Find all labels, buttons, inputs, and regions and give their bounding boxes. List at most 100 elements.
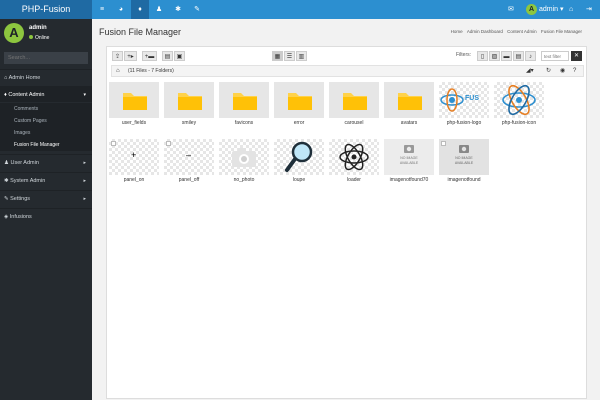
plus-icon: +	[109, 139, 159, 175]
status-badge: Online	[29, 35, 49, 41]
sidebar-item-user-admin[interactable]: ♟ User Admin ▸	[0, 154, 92, 170]
chevron-right-icon: ▸	[83, 196, 86, 202]
sidebar-item-label: Content Admin	[8, 92, 45, 98]
file-tile[interactable]: php-fusion-icon	[494, 82, 544, 127]
online-dot-icon	[29, 35, 33, 39]
folder-icon	[109, 82, 159, 118]
filter-music-icon[interactable]: ♪	[525, 51, 536, 61]
filter-image-icon[interactable]: ▨	[489, 51, 500, 61]
mail-icon[interactable]: ✉	[508, 0, 514, 19]
sidebar-subitem-comments[interactable]: Comments	[0, 103, 92, 115]
plus-glyph: +	[131, 150, 137, 160]
tile-label: loader	[347, 177, 361, 183]
logo-thumbnail: FUS	[439, 82, 489, 118]
globe-icon[interactable]: ◉	[560, 66, 565, 77]
file-tile[interactable]: NO IMAGE AVAILABLE imagenotfound	[439, 139, 489, 184]
file-tile[interactable]: loupe	[274, 139, 324, 184]
folder-tile[interactable]: favicons	[219, 82, 269, 127]
logout-icon[interactable]: ⇥	[586, 0, 592, 19]
new-folder-button[interactable]: +▬	[142, 51, 157, 61]
file-tile[interactable]: loader	[329, 139, 379, 184]
search-input[interactable]	[4, 52, 88, 64]
sidebar-subitem-images[interactable]: Images	[0, 127, 92, 139]
gear-icon[interactable]: ✱	[169, 0, 187, 19]
filters-label: Filters:	[456, 52, 471, 58]
refresh-icon[interactable]: ↻	[546, 66, 551, 77]
breadcrumb-content-admin[interactable]: Content Admin	[507, 29, 537, 34]
menu-icon[interactable]: ≡	[93, 0, 111, 19]
home-icon[interactable]: ⌂	[116, 66, 120, 77]
sidebar-item-system-admin[interactable]: ✱ System Admin ▸	[0, 172, 92, 188]
file-tile[interactable]: + panel_on	[109, 139, 159, 184]
microphone-icon[interactable]: ♦	[131, 0, 149, 19]
text-filter-input[interactable]	[541, 51, 569, 61]
microphone-icon: ♦	[4, 92, 7, 98]
sidebar-item-admin-home[interactable]: ⌂ Admin Home	[0, 69, 92, 85]
upload-icon[interactable]: ⇪	[112, 51, 123, 61]
logo-text: FUS	[465, 95, 479, 102]
sidebar-subitem-file-manager[interactable]: Fusion File Manager	[0, 139, 92, 151]
main-content: Fusion File Manager Home Admin Dashboard…	[92, 19, 600, 400]
new-file-button[interactable]: +▸	[124, 51, 137, 61]
file-tile[interactable]: no_photo	[219, 139, 269, 184]
puzzle-icon: ◈	[4, 214, 9, 220]
file-tile[interactable]: – panel_off	[164, 139, 214, 184]
dashboard-icon[interactable]: ◕	[112, 0, 130, 19]
home-icon: ⌂	[4, 75, 8, 81]
gear-icon: ✱	[4, 178, 9, 184]
folder-tile[interactable]: user_fields	[109, 82, 159, 127]
folder-tile[interactable]: avatars	[384, 82, 434, 127]
select-checkbox[interactable]	[441, 141, 446, 146]
sidebar-item-settings[interactable]: ✎ Settings ▸	[0, 190, 92, 206]
archive-icon[interactable]: ▤	[162, 51, 173, 61]
chevron-down-icon: ▾	[560, 6, 564, 13]
brand-logo[interactable]: PHP-Fusion	[0, 0, 92, 19]
folder-icon	[329, 82, 379, 118]
columns-view-icon[interactable]: ▥	[296, 51, 307, 61]
chevron-right-icon: ▸	[83, 160, 86, 166]
select-checkbox[interactable]	[166, 141, 171, 146]
tile-label: no_photo	[233, 177, 255, 183]
avatar: A	[526, 3, 537, 15]
tile-label: carousel	[344, 120, 364, 126]
filter-video-icon[interactable]: ▤	[513, 51, 524, 61]
sidebar-item-label: Settings	[10, 196, 31, 202]
chevron-down-icon: ▾	[83, 92, 86, 98]
folder-tile[interactable]: carousel	[329, 82, 379, 127]
sidebar-subitem-custom-pages[interactable]: Custom Pages	[0, 115, 92, 127]
sort-icon[interactable]: ◢▾	[526, 66, 534, 77]
top-bar: PHP-Fusion ≡ ◕ ♦ ♟ ✱ ✎ ✉ Aadmin ▾ ⌂ ⇥	[0, 0, 600, 19]
file-tile[interactable]: FUS php-fusion-logo	[439, 82, 489, 127]
breadcrumb-home[interactable]: Home	[451, 29, 463, 34]
breadcrumb-current: Fusion File Manager	[540, 29, 582, 34]
sidebar-item-infusions[interactable]: ◈ Infusions	[0, 208, 92, 224]
wrench-icon: ✎	[4, 196, 9, 202]
tile-label: error	[293, 120, 305, 126]
wrench-icon[interactable]: ✎	[188, 0, 206, 19]
folder-tile[interactable]: error	[274, 82, 324, 127]
grid-view-icon[interactable]: ▦	[272, 51, 283, 61]
clear-filter-button[interactable]: ✕	[571, 51, 582, 61]
image-not-found-thumbnail: NO IMAGE AVAILABLE	[384, 139, 434, 175]
users-icon[interactable]: ♟	[150, 0, 168, 19]
folder-tile[interactable]: smiley	[164, 82, 214, 127]
sidebar-item-content-admin[interactable]: ♦ Content Admin ▾	[0, 86, 92, 102]
minus-glyph: –	[186, 150, 192, 160]
user-menu[interactable]: Aadmin ▾	[526, 0, 564, 19]
select-checkbox[interactable]	[111, 141, 116, 146]
home-icon[interactable]: ⌂	[569, 0, 573, 19]
page-title: Fusion File Manager	[99, 27, 182, 37]
chevron-right-icon: ▸	[83, 178, 86, 184]
breadcrumb-admin-dashboard[interactable]: Admin Dashboard	[467, 29, 503, 34]
minus-icon: –	[164, 139, 214, 175]
filter-archive-icon[interactable]: ▬	[501, 51, 512, 61]
filter-file-icon[interactable]: ▯	[477, 51, 488, 61]
breadcrumb: Home Admin Dashboard Content Admin Fusio…	[448, 29, 582, 34]
list-view-icon[interactable]: ☰	[284, 51, 295, 61]
clipboard-icon[interactable]: ▣	[174, 51, 185, 61]
no-image-text: NO IMAGE AVAILABLE	[454, 156, 474, 165]
file-tile[interactable]: NO IMAGE AVAILABLE imagenotfound70	[384, 139, 434, 184]
file-manager-panel: ⇪ +▸ +▬ ▤ ▣ ▦ ☰ ▥ Filters: ▯ ▨ ▬ ▤ ♪ ✕ ⌂…	[106, 46, 587, 399]
help-icon[interactable]: ?	[573, 66, 576, 77]
tile-label: panel_off	[178, 177, 200, 183]
